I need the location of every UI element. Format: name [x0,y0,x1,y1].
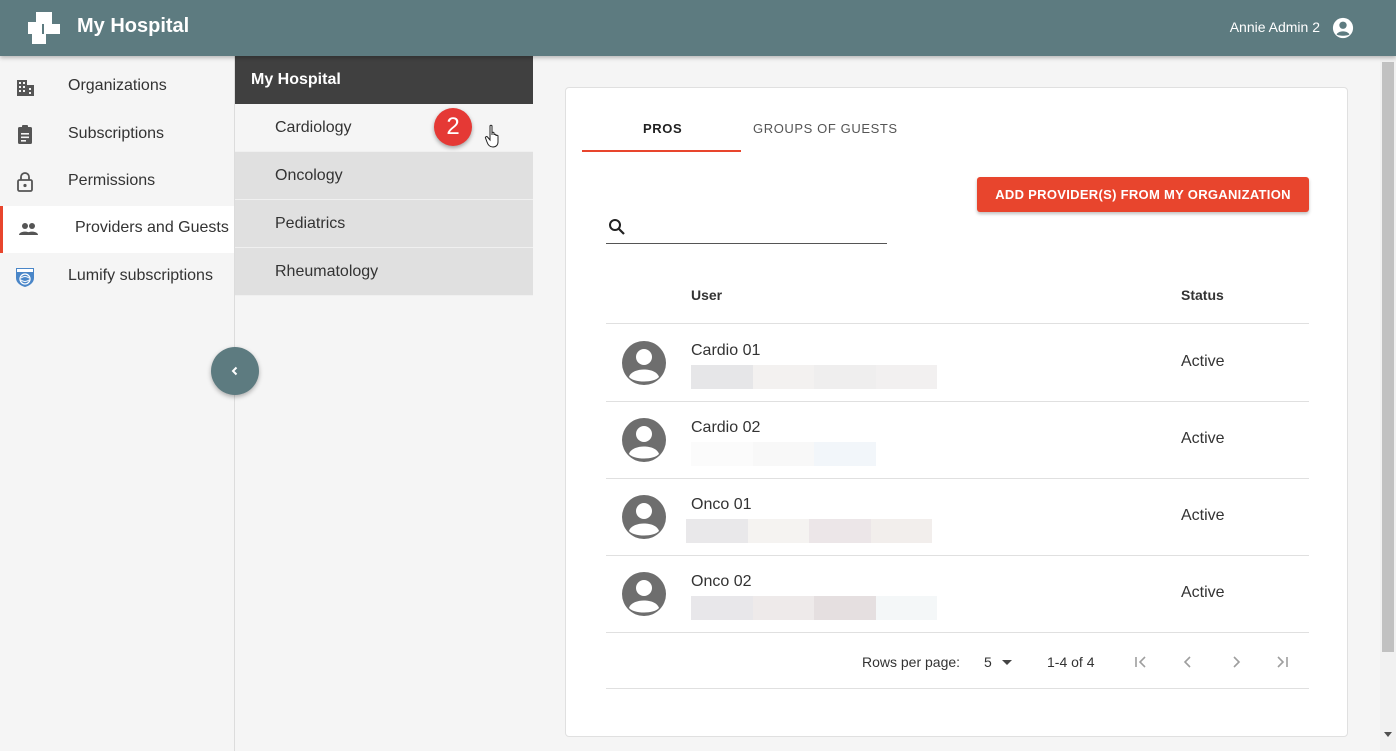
table-row[interactable]: Cardio 01 Active [606,324,1309,401]
previous-page-icon[interactable] [1176,650,1200,674]
table-row[interactable]: Cardio 02 Active [606,401,1309,478]
sidebar-item-lumify-subscriptions[interactable]: Lumify subscriptions [0,254,234,301]
page-range: 1-4 of 4 [1047,654,1095,670]
user-name-cell: Cardio 01 [691,342,761,359]
account-circle-icon[interactable] [1332,17,1354,39]
redacted-email [691,596,937,620]
sidebar-item-label: Permissions [68,172,156,189]
sidebar-item-providers-and-guests[interactable]: Providers and Guests [0,206,234,253]
subpanel-item-pediatrics[interactable]: Pediatrics [235,200,533,248]
lock-icon [17,172,33,192]
building-icon [17,80,34,96]
tab-groups-of-guests[interactable]: GROUPS OF GUESTS [753,121,898,136]
philips-shield-icon [16,268,34,287]
page-scrollbar[interactable] [1380,56,1396,751]
sidebar-item-permissions[interactable]: Permissions [0,159,234,206]
search-icon [609,219,625,235]
status-cell: Active [1181,584,1225,601]
avatar-icon [622,341,666,385]
rows-per-page-select[interactable]: 5 [984,654,1012,670]
sidebar: Organizations Subscriptions Permissions … [0,56,235,751]
sidebar-item-label: Subscriptions [68,125,165,142]
subpanel-item-label: Rheumatology [275,263,379,280]
redacted-email [691,365,937,389]
status-cell: Active [1181,507,1225,524]
divider [606,688,1309,689]
chevron-left-icon [231,366,238,376]
main-card: PROS GROUPS OF GUESTS ADD PROVIDER(S) FR… [565,87,1348,737]
app-logo-icon [28,12,60,44]
sidebar-item-label: Lumify subscriptions [68,267,213,284]
step-badge: 2 [434,108,472,146]
sidebar-item-subscriptions[interactable]: Subscriptions [0,112,234,159]
search-field [606,212,887,244]
people-icon [19,223,38,235]
sidebar-item-organizations[interactable]: Organizations [0,64,234,111]
avatar-icon [622,495,666,539]
hand-cursor-icon [484,124,499,148]
next-page-icon[interactable] [1224,650,1248,674]
column-header-user[interactable]: User [691,287,722,303]
subpanel-item-label: Pediatrics [275,215,346,232]
user-name-cell: Onco 01 [691,496,752,513]
pagination: Rows per page: 5 1-4 of 4 [566,650,1349,670]
add-providers-button[interactable]: ADD PROVIDER(S) FROM MY ORGANIZATION [977,177,1309,212]
organization-subpanel: My Hospital Cardiology Oncology Pediatri… [235,56,533,296]
user-name[interactable]: Annie Admin 2 [1230,19,1320,35]
dropdown-arrow-icon [1001,660,1012,666]
last-page-icon[interactable] [1271,650,1295,674]
search-input[interactable] [634,214,884,242]
redacted-email [691,442,937,466]
scroll-down-arrow-icon[interactable] [1384,732,1392,737]
first-page-icon[interactable] [1128,650,1152,674]
redacted-email [686,519,932,543]
divider [606,632,1309,633]
subpanel-item-rheumatology[interactable]: Rheumatology [235,248,533,296]
sidebar-item-label: Providers and Guests [75,219,229,236]
avatar-icon [622,572,666,616]
subpanel-item-label: Cardiology [275,119,352,136]
collapse-sidebar-button[interactable] [211,347,259,395]
status-cell: Active [1181,430,1225,447]
table-row[interactable]: Onco 02 Active [606,555,1309,632]
user-name-cell: Onco 02 [691,573,752,590]
avatar-icon [622,418,666,462]
top-app-bar: My Hospital Annie Admin 2 [0,0,1396,56]
clipboard-icon [18,125,32,144]
tab-pros[interactable]: PROS [643,121,682,136]
rows-per-page-value: 5 [984,654,992,670]
table-row[interactable]: Onco 01 Active [606,478,1309,555]
rows-per-page-label: Rows per page: [862,654,961,670]
subpanel-item-oncology[interactable]: Oncology [235,152,533,200]
user-name-cell: Cardio 02 [691,419,761,436]
active-tab-indicator [582,150,741,152]
sidebar-item-label: Organizations [68,77,167,94]
status-cell: Active [1181,353,1225,370]
scroll-thumb[interactable] [1382,62,1394,652]
column-header-status[interactable]: Status [1181,287,1224,303]
app-title: My Hospital [77,15,190,37]
subpanel-item-label: Oncology [275,167,343,184]
subpanel-header: My Hospital [235,56,533,104]
